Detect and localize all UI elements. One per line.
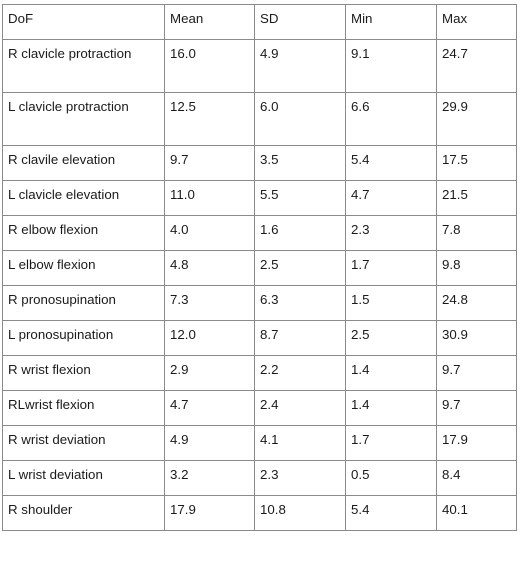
cell-mean: 4.7 (164, 390, 255, 426)
cell-dof: L clavicle elevation (2, 180, 165, 216)
table-row: R elbow flexion 4.0 1.6 2.3 7.8 (2, 215, 517, 251)
header-cell-max: Max (436, 4, 517, 40)
cell-mean: 16.0 (164, 39, 255, 93)
cell-min: 1.4 (345, 390, 437, 426)
cell-dof: R shoulder (2, 495, 165, 531)
cell-dof: RLwrist flexion (2, 390, 165, 426)
cell-max: 17.5 (436, 145, 517, 181)
header-cell-min: Min (345, 4, 437, 40)
cell-min: 0.5 (345, 460, 437, 496)
cell-min: 5.4 (345, 145, 437, 181)
cell-min: 2.5 (345, 320, 437, 356)
cell-sd: 4.1 (254, 425, 346, 461)
cell-max: 24.7 (436, 39, 517, 93)
cell-max: 9.8 (436, 250, 517, 286)
cell-mean: 4.0 (164, 215, 255, 251)
cell-dof: R pronosupination (2, 285, 165, 321)
cell-max: 29.9 (436, 92, 517, 146)
cell-min: 5.4 (345, 495, 437, 531)
table-row: L clavicle protraction 12.5 6.0 6.6 29.9 (2, 92, 517, 146)
cell-min: 1.7 (345, 250, 437, 286)
cell-max: 24.8 (436, 285, 517, 321)
cell-sd: 8.7 (254, 320, 346, 356)
header-cell-sd: SD (254, 4, 346, 40)
cell-sd: 10.8 (254, 495, 346, 531)
cell-sd: 5.5 (254, 180, 346, 216)
cell-min: 1.4 (345, 355, 437, 391)
header-cell-mean: Mean (164, 4, 255, 40)
cell-dof: L pronosupination (2, 320, 165, 356)
cell-dof: L wrist deviation (2, 460, 165, 496)
cell-sd: 3.5 (254, 145, 346, 181)
header-cell-dof: DoF (2, 4, 165, 40)
table-row: L elbow flexion 4.8 2.5 1.7 9.8 (2, 250, 517, 286)
cell-max: 9.7 (436, 355, 517, 391)
cell-sd: 2.5 (254, 250, 346, 286)
table-row: R shoulder 17.9 10.8 5.4 40.1 (2, 495, 517, 531)
cell-dof: R wrist flexion (2, 355, 165, 391)
cell-max: 8.4 (436, 460, 517, 496)
cell-max: 30.9 (436, 320, 517, 356)
cell-min: 1.7 (345, 425, 437, 461)
table-row: R pronosupination 7.3 6.3 1.5 24.8 (2, 285, 517, 321)
cell-max: 9.7 (436, 390, 517, 426)
table-row: L wrist deviation 3.2 2.3 0.5 8.4 (2, 460, 517, 496)
table-row: R wrist flexion 2.9 2.2 1.4 9.7 (2, 355, 517, 391)
table-row: RLwrist flexion 4.7 2.4 1.4 9.7 (2, 390, 517, 426)
cell-min: 1.5 (345, 285, 437, 321)
cell-min: 2.3 (345, 215, 437, 251)
cell-min: 9.1 (345, 39, 437, 93)
cell-sd: 2.3 (254, 460, 346, 496)
cell-mean: 2.9 (164, 355, 255, 391)
cell-mean: 9.7 (164, 145, 255, 181)
table-body: DoF Mean SD Min Max R clavicle protracti… (2, 4, 517, 531)
cell-max: 40.1 (436, 495, 517, 531)
cell-max: 17.9 (436, 425, 517, 461)
cell-max: 7.8 (436, 215, 517, 251)
cell-sd: 6.3 (254, 285, 346, 321)
cell-dof: R clavicle protraction (2, 39, 165, 93)
cell-sd: 4.9 (254, 39, 346, 93)
cell-sd: 1.6 (254, 215, 346, 251)
table-row: L clavicle elevation 11.0 5.5 4.7 21.5 (2, 180, 517, 216)
cell-mean: 17.9 (164, 495, 255, 531)
cell-mean: 11.0 (164, 180, 255, 216)
cell-min: 6.6 (345, 92, 437, 146)
cell-min: 4.7 (345, 180, 437, 216)
cell-mean: 4.8 (164, 250, 255, 286)
cell-sd: 2.4 (254, 390, 346, 426)
cell-dof: R wrist deviation (2, 425, 165, 461)
cell-mean: 7.3 (164, 285, 255, 321)
table-row: R clavicle protraction 16.0 4.9 9.1 24.7 (2, 39, 517, 93)
cell-mean: 4.9 (164, 425, 255, 461)
table-row: R clavile elevation 9.7 3.5 5.4 17.5 (2, 145, 517, 181)
header-row: DoF Mean SD Min Max (2, 4, 517, 40)
cell-mean: 12.5 (164, 92, 255, 146)
cell-max: 21.5 (436, 180, 517, 216)
cell-dof: L clavicle protraction (2, 92, 165, 146)
dof-statistics-table: DoF Mean SD Min Max R clavicle protracti… (2, 4, 517, 531)
cell-mean: 3.2 (164, 460, 255, 496)
table-row: L pronosupination 12.0 8.7 2.5 30.9 (2, 320, 517, 356)
cell-sd: 6.0 (254, 92, 346, 146)
cell-mean: 12.0 (164, 320, 255, 356)
cell-dof: R clavile elevation (2, 145, 165, 181)
table-row: R wrist deviation 4.9 4.1 1.7 17.9 (2, 425, 517, 461)
cell-dof: L elbow flexion (2, 250, 165, 286)
cell-dof: R elbow flexion (2, 215, 165, 251)
cell-sd: 2.2 (254, 355, 346, 391)
